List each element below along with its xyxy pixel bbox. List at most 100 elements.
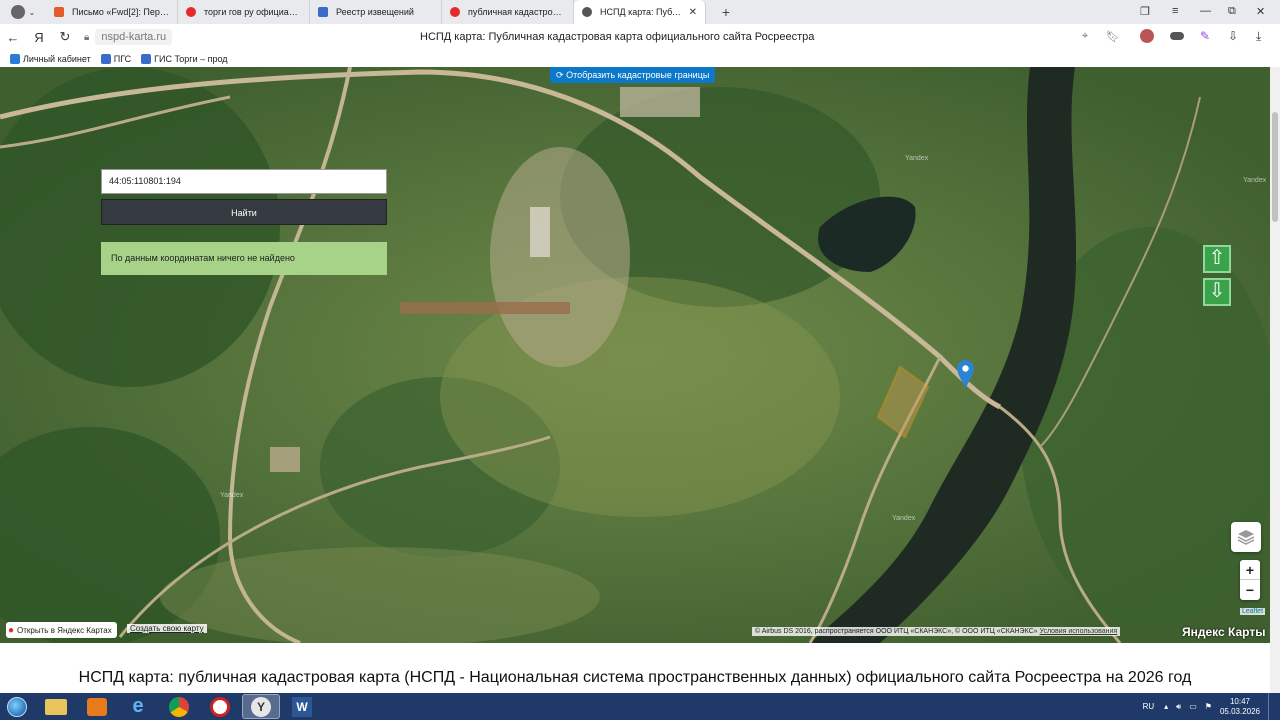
tab-label: публичная кадастровая к [468,7,565,17]
show-cadastral-borders-button[interactable]: ⟳ Отобразить кадастровые границы [550,67,716,83]
clock[interactable]: 10:47 05.03.2026 [1220,697,1260,717]
browser-menu-button[interactable]: ⌄ [0,5,46,19]
windows-logo-icon [7,696,27,717]
address-bar: ← Я ↻ 🔒︎ nspd-karta.ru НСПД карта: Публи… [0,24,1280,50]
mail-favicon-icon [54,7,64,17]
back-icon[interactable]: ← [0,30,26,45]
zoom-out-button[interactable]: − [1240,580,1260,600]
pen-icon[interactable]: ✎ [1200,29,1210,43]
map-copyright: © Airbus DS 2016, распространяется ООО И… [752,627,1121,636]
close-tab-icon[interactable]: ✕ [689,7,697,18]
close-window-icon[interactable]: ✕ [1256,5,1265,18]
folder-icon [45,698,67,715]
downloads-icon[interactable]: ⇩ [1228,29,1238,43]
search-button[interactable]: Найти [101,199,387,225]
page-scrollbar[interactable] [1270,67,1280,693]
tab-label: торги гов ру официальны [204,7,301,17]
bookmark-icon[interactable]: 🔖︎ [1106,30,1120,43]
map-watermark: Yandex [892,515,916,522]
volume-icon[interactable]: 🔊︎ [1176,702,1181,712]
taskbar-media-player[interactable] [78,694,116,719]
layers-icon [1237,530,1255,545]
cadastral-toggle-label: Отобразить кадастровые границы [566,70,710,80]
copyright-text: © Airbus DS 2016, распространяется ООО И… [755,628,1038,635]
taskbar-ccleaner[interactable] [201,694,239,719]
zoom-control: + − [1240,560,1260,600]
scroll-up-arrow-icon[interactable]: ⇧ [1203,245,1231,273]
taskbar-chrome[interactable] [160,694,198,719]
ccleaner-icon [210,696,230,717]
tab-torgi-search[interactable]: торги гов ру официальны [178,0,310,24]
tab-mail[interactable]: Письмо «Fwd[2]: Перечен [46,0,178,24]
terms-of-use-link[interactable]: Условия использования [1040,628,1118,635]
bookmark-gis-torgi[interactable]: ГИС Торги – прод [141,53,228,64]
tab-label: Письмо «Fwd[2]: Перечен [72,7,169,17]
create-map-link[interactable]: Создать свою карту [127,624,207,633]
tab-registry[interactable]: Реестр извещений [310,0,442,24]
flag-icon[interactable]: ⚑ [1205,702,1212,711]
new-tab-button[interactable]: + [716,4,736,20]
cadastral-number-input[interactable]: 44:05:110801:194 [101,169,387,194]
tab-manager-icon[interactable]: ❐ [1140,5,1150,18]
taskbar-word[interactable]: W [283,694,321,719]
restore-icon[interactable]: ⧉ [1228,5,1236,18]
media-player-icon [87,697,107,716]
page-heading: НСПД карта: публичная кадастровая карта … [78,669,1192,686]
tab-nspd-active[interactable]: НСПД карта: Публична ✕ [574,0,706,24]
menu-icon[interactable]: ≡ [1172,5,1178,17]
scrollbar-thumb[interactable] [1272,112,1278,222]
bookmarks-bar: Личный кабинет ПГС ГИС Торги – прод [0,50,1280,67]
zoom-in-button[interactable]: + [1240,560,1260,580]
show-desktop-button[interactable] [1268,693,1276,720]
yandex-favicon-icon [186,7,196,17]
page-content-below-map: НСПД карта: публичная кадастровая карта … [0,643,1270,693]
map-watermark: Yandex [1243,177,1267,184]
bookmark-pgs[interactable]: ПГС [100,53,132,64]
layers-button[interactable] [1231,522,1261,552]
taskbar-yandex-browser[interactable]: Y [242,694,280,719]
page-title: НСПД карта: Публичная кадастровая карта … [420,31,815,43]
open-in-yandex-label: Открыть в Яндекс Картах [17,625,112,635]
map-marker-icon[interactable] [957,360,974,388]
refresh-icon: ⟳ [556,70,564,80]
taskbar-explorer[interactable] [37,694,75,719]
scroll-down-arrow-icon[interactable]: ⇩ [1203,278,1231,306]
bookmark-favicon-icon [10,53,20,64]
chrome-icon [169,696,189,717]
yandex-home-icon[interactable]: Я [26,30,52,45]
extension-icon[interactable] [1170,32,1184,40]
tray-expand-icon[interactable]: ▴ [1164,702,1168,711]
bookmark-personal-account[interactable]: Личный кабинет [10,53,91,64]
open-in-yandex-maps-link[interactable]: ● Открыть в Яндекс Картах [6,622,117,638]
emblem-favicon-icon [318,7,328,17]
clock-date: 05.03.2026 [1219,706,1260,716]
word-icon: W [292,696,312,717]
search-result-message: По данным координатам ничего не найдено [101,242,387,275]
minimize-icon[interactable]: — [1200,5,1211,17]
map-pin-icon: ● [8,624,15,636]
location-icon[interactable]: ⌖ [1082,30,1088,43]
start-button[interactable] [0,693,34,720]
downloads-icon[interactable]: ⤓ [1256,29,1261,44]
language-indicator[interactable]: RU [1143,702,1155,711]
taskbar-internet-explorer[interactable]: e [119,694,157,719]
browser-logo-icon [10,5,25,19]
browser-tab-bar: ⌄ Письмо «Fwd[2]: Перечен торги гов ру о… [0,0,1280,24]
tab-label: НСПД карта: Публична [600,7,683,17]
reload-icon[interactable]: ↻ [52,29,78,45]
yandex-browser-icon: Y [251,696,271,717]
lock-icon: 🔒︎ [84,31,90,43]
network-icon[interactable]: ▭ [1189,702,1197,711]
bookmark-label: ПГС [113,53,132,64]
tab-label: Реестр извещений [336,7,414,17]
satellite-map[interactable]: Yandex Yandex Yandex Yandex ⟳ Отобразить… [0,67,1270,643]
windows-taskbar: e Y W RU ▴ 🔊︎ ▭ ⚑ 10:47 05.03.2026 [0,693,1280,720]
url-field[interactable]: nspd-karta.ru [95,29,173,45]
leaflet-attribution-link[interactable]: Leaflet [1240,608,1266,615]
map-watermark: Yandex [220,492,244,499]
yandex-favicon-icon [450,7,460,17]
tab-cadastral-search[interactable]: публичная кадастровая к [442,0,574,24]
bookmark-label: Личный кабинет [23,53,91,64]
map-watermark: Yandex [905,155,929,162]
extension-icon[interactable] [1140,29,1154,43]
